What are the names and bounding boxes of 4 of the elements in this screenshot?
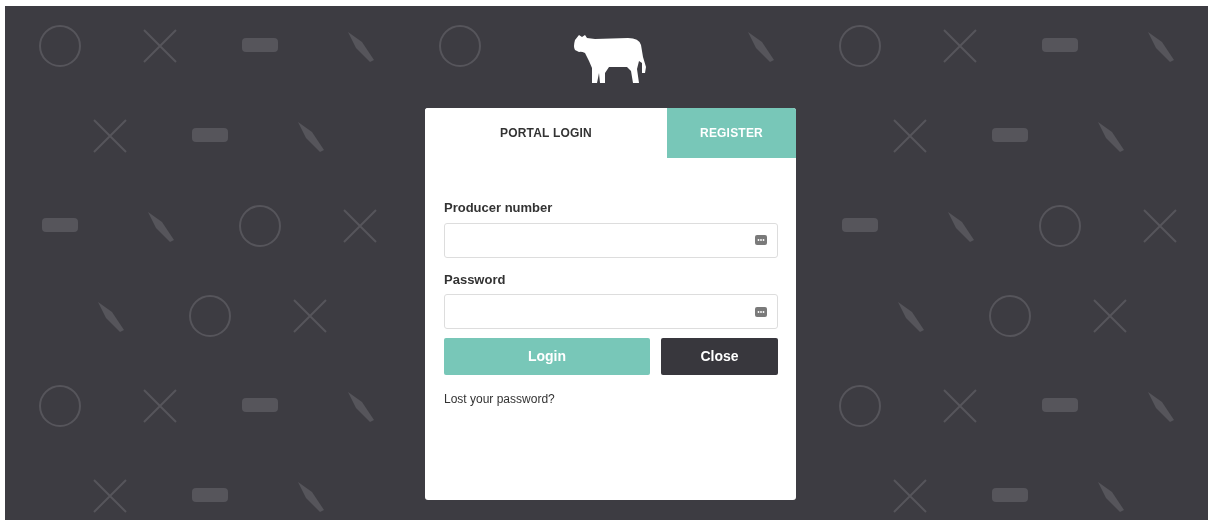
lost-password-link[interactable]: Lost your password? — [444, 390, 555, 408]
field-label: Password — [444, 270, 506, 289]
close-button[interactable]: Close — [661, 338, 778, 375]
field-label: Producer number — [444, 199, 553, 217]
